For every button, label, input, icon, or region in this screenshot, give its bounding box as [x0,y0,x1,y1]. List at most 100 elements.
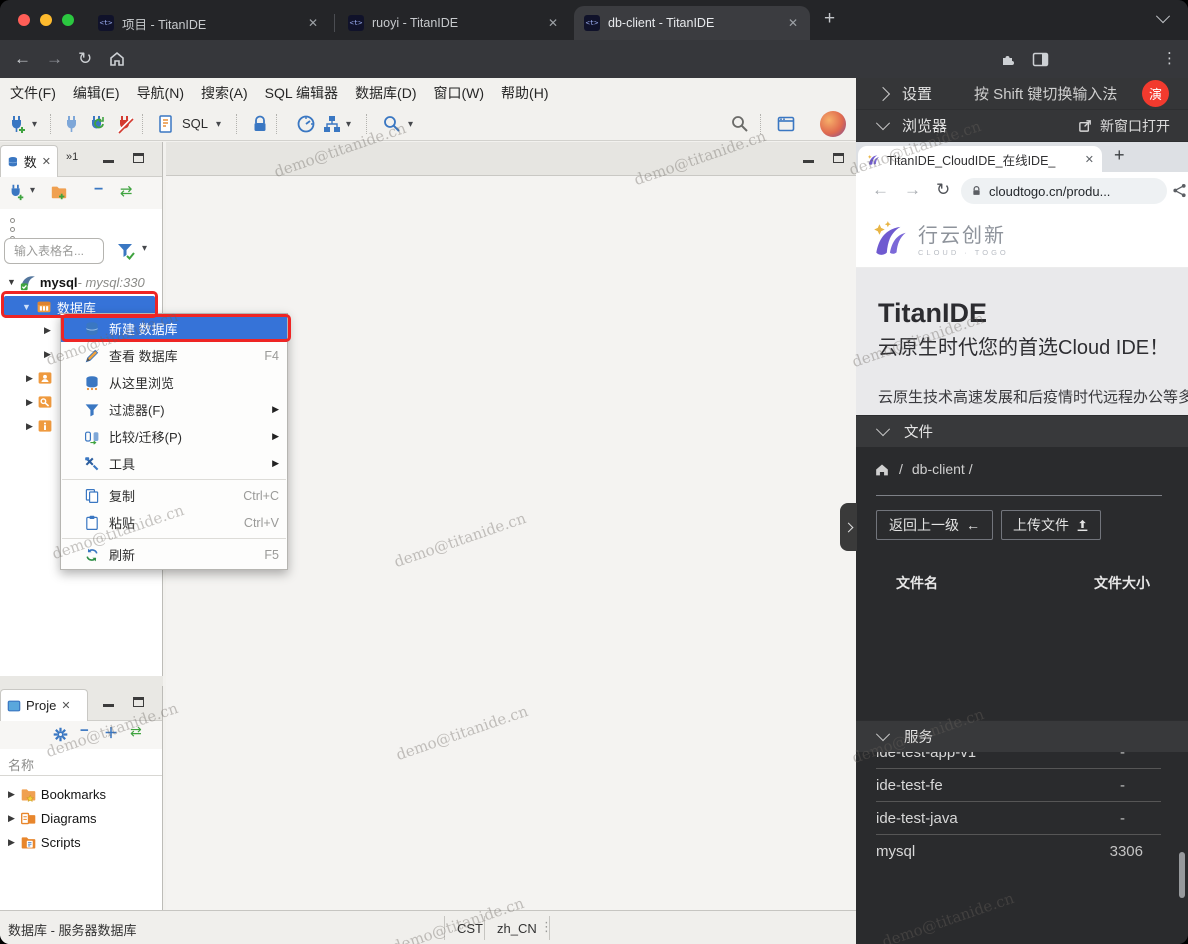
service-row[interactable]: mysql3306 [876,835,1161,868]
projects-tab[interactable]: Proje ✕ [0,689,88,721]
service-row[interactable]: ide-test-app-v1- [876,752,1161,769]
filter-funnel-icon[interactable] [116,241,136,261]
expander-icon[interactable]: ▶ [26,373,33,384]
side-panel-icon[interactable] [1032,51,1049,68]
upload-file-button[interactable]: 上传文件 [1001,510,1101,540]
reload-icon[interactable]: ↻ [78,48,92,70]
maximize-icon[interactable] [133,153,144,163]
share-nodes-icon[interactable] [1172,183,1187,198]
context-menu-item-copy[interactable]: 复制 Ctrl+C [61,482,287,509]
commit-mode-icon[interactable] [322,114,342,134]
tree-row-administer[interactable]: ▶ [0,390,60,414]
expander-icon[interactable]: ▶ [26,397,33,408]
menu-file[interactable]: 文件(F) [10,83,70,103]
tree-row-child[interactable]: ▶ [0,342,60,366]
sql-label[interactable]: SQL [182,116,208,131]
disconnect-icon[interactable] [116,114,136,134]
scrollbar-thumb[interactable] [1179,852,1185,898]
expand-all-icon[interactable]: ＋ [104,723,118,743]
panel-splitter[interactable] [0,676,163,686]
tab-close-icon[interactable]: ✕ [546,16,560,30]
files-section-header[interactable]: 文件 [856,415,1188,447]
expander-icon[interactable]: ▶ [8,789,15,800]
maximize-icon[interactable] [133,697,144,707]
tree-row-bookmarks[interactable]: ▶ Bookmarks [0,782,162,806]
expander-icon[interactable]: ▶ [44,325,51,336]
panel-collapse-handle[interactable] [840,503,857,551]
chrome-menu-kebab-icon[interactable]: ⋮ [1162,48,1177,70]
open-browser-icon[interactable] [776,114,796,134]
connection-dropdown-icon[interactable]: ▾ [30,185,35,196]
tab-search-chevron-icon[interactable] [1156,9,1170,23]
new-connection-dropdown-icon[interactable]: ▾ [32,119,37,130]
context-menu-item-paste[interactable]: 粘贴 Ctrl+V [61,509,287,536]
ime-badge[interactable]: 演 [1142,80,1169,107]
commit-dropdown-icon[interactable]: ▾ [346,119,351,130]
projects-column-header[interactable]: 名称 [0,749,162,776]
navigator-tab[interactable]: 数 ✕ [0,145,58,177]
services-section-header[interactable]: 服务 [856,720,1188,752]
menu-sql-editor[interactable]: SQL 编辑器 [265,83,352,103]
transaction-gauge-icon[interactable] [296,114,316,134]
gear-icon[interactable] [52,726,69,743]
expander-icon[interactable]: ▶ [26,421,33,432]
new-connection-icon[interactable] [8,183,26,201]
tree-row-users[interactable]: ▶ [0,366,60,390]
lock-icon[interactable] [250,114,270,134]
context-menu-item-refresh[interactable]: 刷新 F5 [61,541,287,568]
minimize-icon[interactable] [803,155,814,163]
traffic-close-button[interactable] [18,14,30,26]
minimize-icon[interactable] [103,699,114,707]
tab-close-icon[interactable]: ✕ [1085,153,1094,166]
collapse-all-icon[interactable]: − [80,722,89,739]
search-icon[interactable] [382,114,402,134]
open-new-window-label[interactable]: 新窗口打开 [1100,116,1170,136]
tab-close-icon[interactable]: ✕ [42,155,51,168]
breadcrumb-path[interactable]: db-client / [912,461,973,477]
tree-row-system-info[interactable]: ▶ [0,414,60,438]
browser-tab-ruoyi[interactable]: <t> ruoyi - TitanIDE ✕ [338,6,570,40]
tree-row-scripts[interactable]: ▶ Scripts [0,830,162,854]
link-with-editor-icon[interactable]: ⇄ [130,723,142,740]
context-menu-item-compare-migrate[interactable]: 比较/迁移(P) ▶ [61,423,287,450]
menu-navigate[interactable]: 导航(N) [137,83,198,103]
new-tab-button[interactable]: + [824,8,835,30]
context-menu-item-tools[interactable]: 工具 ▶ [61,450,287,477]
forward-icon[interactable]: → [904,180,921,200]
minimize-icon[interactable] [103,155,114,163]
table-filter-input[interactable] [12,243,100,259]
tab-close-icon[interactable]: ✕ [786,16,800,30]
embedded-browser-tab[interactable]: TitanIDE_CloudIDE_在线IDE_ ✕ [858,146,1102,172]
expander-icon[interactable]: ▶ [44,349,51,360]
traffic-zoom-button[interactable] [62,14,74,26]
search-dropdown-icon[interactable]: ▾ [408,119,413,130]
collapse-all-icon[interactable]: − [94,181,103,199]
traffic-minimize-button[interactable] [40,14,52,26]
user-avatar[interactable] [820,111,846,137]
go-up-button[interactable]: 返回上一级← [876,510,993,540]
service-row[interactable]: ide-test-fe- [876,769,1161,802]
embedded-url-bar[interactable]: cloudtogo.cn/produ... [961,178,1167,204]
browser-section-row[interactable]: 浏览器 新窗口打开 [856,110,1188,142]
service-row[interactable]: ide-test-java- [876,802,1161,835]
browser-tab-project[interactable]: <t> 项目 - TitanIDE ✕ [88,6,330,40]
menu-window[interactable]: 窗口(W) [434,83,499,103]
sql-dropdown-icon[interactable]: ▾ [216,119,221,130]
menu-database[interactable]: 数据库(D) [355,83,430,103]
quick-search-icon[interactable] [730,114,750,134]
filter-dropdown-icon[interactable]: ▾ [142,243,147,254]
tab-close-icon[interactable]: ✕ [306,16,320,30]
menu-search[interactable]: 搜索(A) [201,83,262,103]
file-breadcrumb[interactable]: / db-client / [874,461,973,477]
home-icon[interactable] [108,50,126,73]
tab-close-icon[interactable]: ✕ [61,699,70,712]
tab-overflow-indicator[interactable]: »1 [66,151,78,163]
context-menu-item-browse-from-here[interactable]: 从这里浏览 [61,369,287,396]
back-icon[interactable]: ← [872,180,889,200]
new-folder-icon[interactable] [50,183,68,201]
status-kebab-icon[interactable]: ⋮ [540,919,553,935]
expander-icon[interactable]: ▶ [8,837,15,848]
expander-icon[interactable]: ▶ [8,813,15,824]
context-menu-item-view-database[interactable]: 查看 数据库 F4 [61,342,287,369]
link-with-editor-icon[interactable]: ⇄ [120,182,133,200]
